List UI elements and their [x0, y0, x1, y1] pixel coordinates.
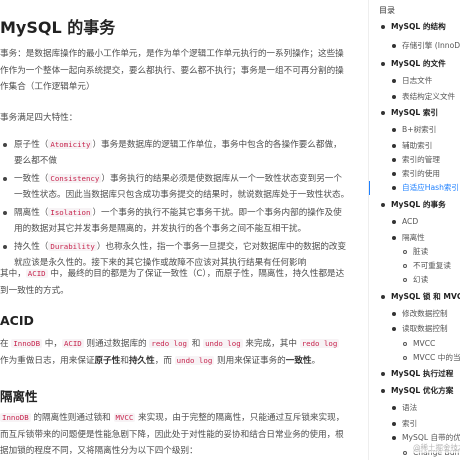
- page-title: MySQL 的事务: [0, 18, 116, 37]
- toc-item-label: MySQL 优化方案: [391, 386, 454, 395]
- toc-item-label: 索引的使用: [402, 169, 440, 178]
- table-of-contents: 目录 MySQL 的结构存储引擎 (InnoDB MySQL 的文件 日志文件表结构…: [368, 0, 460, 460]
- section-heading-acid: ACID: [0, 313, 34, 328]
- toc-item-label: 读取数据控制: [402, 324, 448, 333]
- bullet-icon: [392, 158, 396, 162]
- toc-item[interactable]: 读取数据控制: [392, 324, 448, 334]
- toc-item[interactable]: MySQL 的文件: [381, 59, 446, 69]
- bullet-icon: [392, 220, 396, 224]
- bullet-icon: [381, 203, 385, 207]
- toc-item-label: MySQL 的事务: [391, 200, 446, 209]
- toc-item-label: MySQL 执行过程: [391, 369, 454, 378]
- bullet-icon: [392, 79, 396, 83]
- toc-item-label: 自适应Hash索引: [402, 183, 460, 192]
- toc-item[interactable]: ACD: [392, 217, 418, 227]
- toc-item-label: MVCC 中的当前: [413, 353, 460, 362]
- bullet-icon: [392, 327, 396, 331]
- toc-item-label: B+树索引: [402, 125, 437, 134]
- toc-item[interactable]: 修改数据控制: [392, 309, 448, 319]
- bullet-icon: [392, 436, 396, 440]
- bullet-icon: [403, 451, 407, 455]
- bullet-icon: [392, 236, 396, 240]
- bullet-icon: [403, 250, 407, 254]
- toc-item-label: ACD: [402, 217, 419, 226]
- bullet-icon: [381, 295, 385, 299]
- toc-item[interactable]: MySQL 的结构: [381, 22, 446, 32]
- toc-item-label: MySQL 索引: [391, 108, 439, 117]
- bullet-icon: [392, 128, 396, 132]
- bullet-icon: [392, 172, 396, 176]
- intro-paragraph: 事务：是数据库操作的最小工作单元，是作为单个逻辑工作单元执行的一系列操作；这些操…: [0, 49, 344, 92]
- innodb-acid-paragraph: 在 InnoDB 中， ACID 则通过数据库的 redo log 和 undo …: [0, 339, 340, 366]
- toc-item[interactable]: MySQL 的事务: [381, 200, 446, 210]
- bullet-icon: [403, 278, 407, 282]
- toc-item[interactable]: MySQL 索引: [381, 108, 438, 118]
- toc-item[interactable]: MySQL 优化方案: [381, 386, 453, 396]
- toc-item[interactable]: 不可重复读: [403, 261, 451, 271]
- bullet-icon: [392, 44, 396, 48]
- bullet-icon: [392, 144, 396, 148]
- bullet-icon: [381, 25, 385, 29]
- isolation-paragraph: InnoDB 的隔离性则通过锁和 MVCC 来实现，由于完整的隔离性，只能通过互…: [0, 413, 345, 456]
- bullet-icon: [381, 62, 385, 66]
- toc-item-label: 语法: [402, 403, 418, 412]
- toc-item-label: 隔离性: [402, 233, 425, 242]
- toc-item-label: MySQL 锁 和 MVC: [391, 292, 460, 301]
- bullet-icon: [381, 372, 385, 376]
- article-area: MySQL 的事务 事务：是数据库操作的最小工作单元，是作为单个逻辑工作单元执行…: [0, 0, 368, 460]
- toc-item-label: 索引的管理: [402, 155, 440, 164]
- toc-heading: 目录: [379, 6, 395, 15]
- toc-item[interactable]: MySQL 执行过程: [381, 369, 453, 379]
- toc-item[interactable]: MVCC: [403, 339, 435, 349]
- toc-item[interactable]: 语法: [392, 403, 417, 413]
- bullet-icon: [392, 186, 396, 190]
- section-heading-isolation: 隔离性: [0, 389, 38, 404]
- props-lead: 事务满足四大特性：: [0, 113, 78, 123]
- toc-item[interactable]: 自适应Hash索引: [369, 181, 460, 195]
- bullet-icon: [392, 95, 396, 99]
- toc-item[interactable]: 存储引擎 (InnoDB: [392, 41, 460, 51]
- toc-item-label: 修改数据控制: [402, 309, 448, 318]
- list-item: 原子性（ Atomicity ）事务是数据库的逻辑工作单位，事务中包含的各操作要么都…: [0, 137, 350, 169]
- toc-item-label: MVCC: [413, 339, 436, 348]
- toc-item-label: MySQL 的文件: [391, 59, 446, 68]
- acid-summary-paragraph: 其中， ACID 中，最终的目的都是为了保证一致性（C），而原子性，隔离性，持久性…: [0, 269, 345, 296]
- bullet-icon: [381, 111, 385, 115]
- bullet-icon: [392, 406, 396, 410]
- toc-item[interactable]: 索引: [392, 419, 417, 429]
- toc-item[interactable]: 脏读: [403, 247, 428, 257]
- toc-item[interactable]: 辅助索引: [392, 141, 432, 151]
- toc-item-label: 索引: [402, 419, 418, 428]
- bullet-icon: [403, 342, 407, 346]
- toc-item[interactable]: MySQL 锁 和 MVC: [381, 292, 460, 302]
- toc-item[interactable]: 幻读: [403, 275, 428, 285]
- toc-item-label: 幻读: [413, 275, 429, 284]
- bullet-icon: [392, 422, 396, 426]
- toc-item-label: 表结构定义文件: [402, 92, 456, 101]
- list-item: 隔离性（ Isolation ）一个事务的执行不能其它事务干扰。即一个事务内部的操作…: [0, 205, 350, 237]
- list-item: 一致性（ Consistency ）事务执行的结果必须是使数据库从一个一致性状态变到…: [0, 171, 350, 203]
- toc-item-label: 不可重复读: [413, 261, 451, 270]
- toc-item[interactable]: 索引的使用: [392, 169, 440, 179]
- toc-item[interactable]: MVCC 中的当前: [403, 353, 460, 363]
- toc-item[interactable]: 日志文件: [392, 76, 432, 86]
- toc-item-label: 脏读: [413, 247, 429, 256]
- bullet-icon: [392, 312, 396, 316]
- bullet-icon: [403, 264, 407, 268]
- toc-item[interactable]: 索引的管理: [392, 155, 440, 165]
- toc-item-label: 日志文件: [402, 76, 433, 85]
- toc-item-label: 辅助索引: [402, 141, 433, 150]
- toc-item-label: 存储引擎 (InnoDB: [402, 41, 460, 50]
- toc-item[interactable]: 表结构定义文件: [392, 92, 455, 102]
- bullet-icon: [403, 356, 407, 360]
- acid-properties-list: 原子性（ Atomicity ）事务是数据库的逻辑工作单位，事务中包含的各操作要么都…: [0, 137, 350, 273]
- toc-item[interactable]: B+树索引: [392, 125, 436, 135]
- toc-item-label: MySQL 自带的优化: [402, 433, 460, 442]
- watermark: @稀土掘金技术社区: [413, 442, 460, 453]
- bullet-icon: [381, 389, 385, 393]
- toc-item-label: MySQL 的结构: [391, 22, 446, 31]
- toc-item[interactable]: 隔离性: [392, 233, 425, 243]
